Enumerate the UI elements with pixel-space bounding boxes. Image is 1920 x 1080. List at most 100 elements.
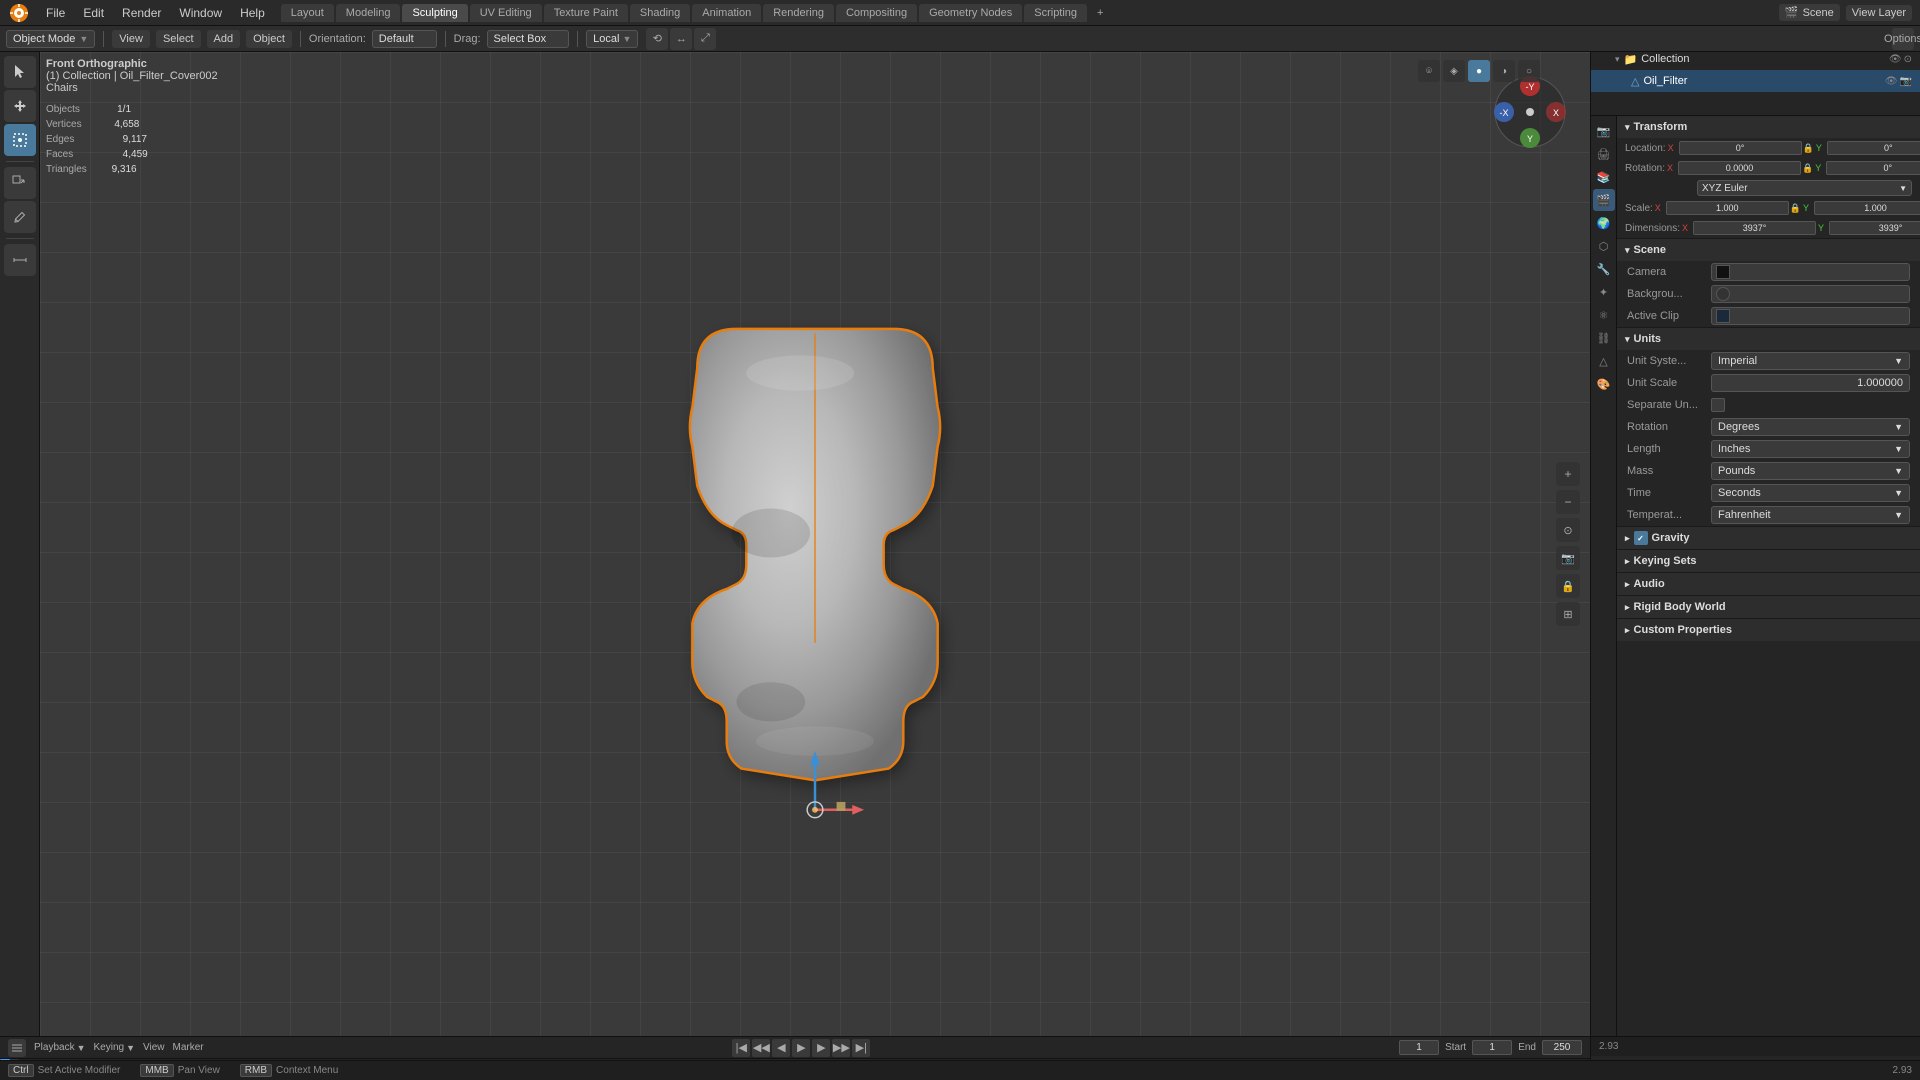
object-btn[interactable]: Object	[246, 30, 292, 48]
keying-sets-header[interactable]: ▸ Keying Sets	[1617, 550, 1920, 572]
rot-x-input[interactable]	[1678, 161, 1801, 175]
item-eye-icon[interactable]: 👁	[1885, 76, 1898, 87]
navigation-gizmo[interactable]: -Y Y -X X	[1490, 72, 1570, 152]
length-dropdown[interactable]: Inches ▼	[1711, 440, 1910, 458]
tool-cursor[interactable]	[4, 56, 36, 88]
props-modifier-icon[interactable]: 🔧	[1593, 258, 1615, 280]
separate-units-checkbox[interactable]	[1711, 398, 1725, 412]
props-data-icon[interactable]: △	[1593, 350, 1615, 372]
main-viewport[interactable]: -Y Y -X X + − ⊙ 📷 🔒 ⊞ ⌾ ◈ ● ◑ ○	[40, 52, 1590, 1036]
global-dropdown[interactable]: Local ▼	[586, 30, 638, 48]
tool-measure[interactable]	[4, 244, 36, 276]
gravity-checkbox-active[interactable]: ✓	[1634, 531, 1648, 545]
mode-dropdown[interactable]: Object Mode ▼	[6, 30, 95, 48]
menu-help[interactable]: Help	[232, 4, 273, 22]
props-constraints-icon[interactable]: ⛓	[1593, 327, 1615, 349]
loc-y-input[interactable]	[1827, 141, 1920, 155]
props-object-icon[interactable]: ⬡	[1593, 235, 1615, 257]
play-btn[interactable]: ▶	[792, 1039, 810, 1057]
tab-layout[interactable]: Layout	[281, 4, 334, 22]
menu-window[interactable]: Window	[171, 4, 230, 22]
tab-geometry-nodes[interactable]: Geometry Nodes	[919, 4, 1022, 22]
dim-x-input[interactable]	[1693, 221, 1816, 235]
props-scene-icon[interactable]: 🎬	[1593, 189, 1615, 211]
unit-system-dropdown[interactable]: Imperial ▼	[1711, 352, 1910, 370]
next-keyframe-btn[interactable]: ▶▶	[832, 1039, 850, 1057]
rot-y-input[interactable]	[1826, 161, 1920, 175]
playback-dropdown[interactable]: Playback ▼	[34, 1042, 86, 1053]
grid-btn[interactable]: ⊞	[1556, 602, 1580, 626]
current-frame-input[interactable]	[1399, 1040, 1439, 1055]
scene-section-header[interactable]: ▾ Scene	[1617, 239, 1920, 261]
timeline-menu-btn[interactable]	[8, 1039, 26, 1057]
tab-scripting[interactable]: Scripting	[1024, 4, 1087, 22]
props-world-icon[interactable]: 🌍	[1593, 212, 1615, 234]
tool-select-box[interactable]	[4, 124, 36, 156]
add-btn[interactable]: Add	[207, 30, 241, 48]
loc-x-lock[interactable]: 🔒	[1803, 143, 1814, 154]
camera-picker[interactable]	[1711, 263, 1910, 281]
dim-y-input[interactable]	[1829, 221, 1920, 235]
temperature-dropdown[interactable]: Fahrenheit ▼	[1711, 506, 1910, 524]
lock-view-btn[interactable]: 🔒	[1556, 574, 1580, 598]
rot-mode-dropdown[interactable]: XYZ Euler ▼	[1697, 180, 1912, 196]
timeline-view-btn[interactable]: View	[143, 1042, 165, 1053]
jump-end-btn[interactable]: ▶|	[852, 1039, 870, 1057]
tool-transform[interactable]	[4, 167, 36, 199]
collection-select-icon[interactable]: ⊙	[1904, 54, 1912, 65]
shading-material-btn[interactable]: ◑	[1493, 60, 1515, 82]
start-frame-input[interactable]	[1472, 1040, 1512, 1055]
zoom-in-btn[interactable]: +	[1556, 462, 1580, 486]
tool-move[interactable]	[4, 90, 36, 122]
scale-x-lock[interactable]: 🔒	[1790, 203, 1801, 214]
transform-icon-1[interactable]: ⟲	[646, 28, 668, 50]
tab-compositing[interactable]: Compositing	[836, 4, 917, 22]
options-btn[interactable]: Options	[1892, 28, 1914, 50]
scale-y-input[interactable]	[1814, 201, 1920, 215]
transform-icon-3[interactable]: ⤢	[694, 28, 716, 50]
loc-x-input[interactable]	[1679, 141, 1802, 155]
unit-scale-input[interactable]	[1711, 374, 1910, 392]
tool-annotate[interactable]	[4, 201, 36, 233]
gravity-section-header[interactable]: ▸ ✓ Gravity	[1617, 527, 1920, 549]
audio-section-header[interactable]: ▸ Audio	[1617, 573, 1920, 595]
menu-file[interactable]: File	[38, 4, 73, 22]
rot-x-lock[interactable]: 🔒	[1802, 163, 1813, 174]
add-workspace-button[interactable]: +	[1089, 4, 1111, 22]
tab-shading[interactable]: Shading	[630, 4, 690, 22]
rigid-body-header[interactable]: ▸ Rigid Body World	[1617, 596, 1920, 618]
zoom-out-btn[interactable]: −	[1556, 490, 1580, 514]
active-clip-picker[interactable]	[1711, 307, 1910, 325]
props-material-icon[interactable]: 🎨	[1593, 373, 1615, 395]
props-output-icon[interactable]: 🖨	[1593, 143, 1615, 165]
scene-selector[interactable]: 🎬 Scene	[1779, 4, 1840, 21]
transform-icon-2[interactable]: ↔	[670, 28, 692, 50]
tab-modeling[interactable]: Modeling	[336, 4, 401, 22]
rotation-units-dropdown[interactable]: Degrees ▼	[1711, 418, 1910, 436]
shading-rendered-btn[interactable]: ○	[1518, 60, 1540, 82]
item-render-icon[interactable]: 📷	[1900, 76, 1912, 87]
transform-section-header[interactable]: ▾ Transform	[1617, 116, 1920, 138]
view-btn[interactable]: View	[112, 30, 150, 48]
camera-view-btn[interactable]: 📷	[1556, 546, 1580, 570]
custom-props-header[interactable]: ▸ Custom Properties	[1617, 619, 1920, 641]
props-viewlayer-icon[interactable]: 📚	[1593, 166, 1615, 188]
orientation-dropdown[interactable]: Default	[372, 30, 437, 48]
tab-sculpting[interactable]: Sculpting	[402, 4, 467, 22]
xray-btn[interactable]: ◈	[1443, 60, 1465, 82]
outliner-oil-filter-item[interactable]: △ Oil_Filter 👁 📷	[1591, 70, 1920, 92]
zoom-fit-btn[interactable]: ⊙	[1556, 518, 1580, 542]
overlay-btn[interactable]: ⌾	[1418, 60, 1440, 82]
props-particles-icon[interactable]: ✦	[1593, 281, 1615, 303]
prev-frame-btn[interactable]: ◀	[772, 1039, 790, 1057]
select-btn[interactable]: Select	[156, 30, 201, 48]
end-frame-input[interactable]	[1542, 1040, 1582, 1055]
props-physics-icon[interactable]: ⚛	[1593, 304, 1615, 326]
drag-dropdown[interactable]: Select Box	[487, 30, 570, 48]
tab-rendering[interactable]: Rendering	[763, 4, 834, 22]
jump-start-btn[interactable]: |◀	[732, 1039, 750, 1057]
mass-dropdown[interactable]: Pounds ▼	[1711, 462, 1910, 480]
next-frame-btn[interactable]: ▶	[812, 1039, 830, 1057]
menu-render[interactable]: Render	[114, 4, 169, 22]
keying-dropdown[interactable]: Keying ▼	[94, 1042, 136, 1053]
